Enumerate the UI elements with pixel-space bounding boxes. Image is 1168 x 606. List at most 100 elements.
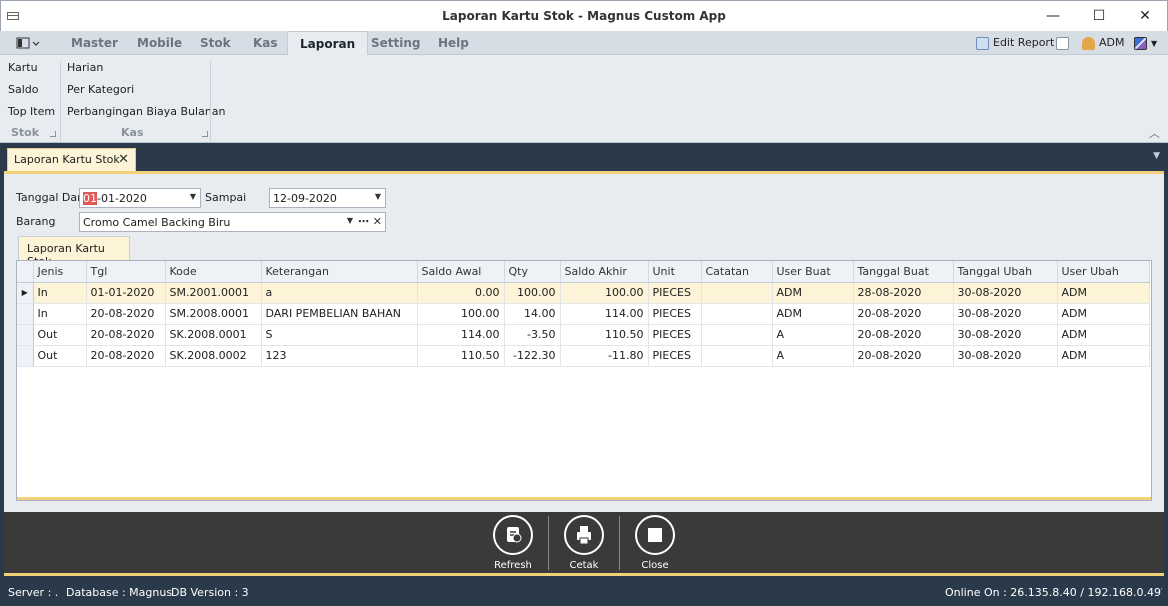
chevron-down-icon[interactable]: ▼ — [375, 192, 381, 201]
table-cell[interactable]: 30-08-2020 — [953, 324, 1058, 346]
table-cell[interactable]: 20-08-2020 — [86, 303, 166, 325]
column-header[interactable]: Catatan — [701, 261, 773, 283]
column-header[interactable]: User Ubah — [1057, 261, 1150, 283]
toggle-checkbox[interactable] — [1056, 35, 1073, 51]
inner-tab-laporan-kartu-stok[interactable]: Laporan Kartu Stok — [18, 236, 130, 268]
edit-report-button[interactable]: Edit Report — [976, 35, 1054, 51]
tab-stok[interactable]: Stok — [188, 31, 243, 55]
column-header[interactable]: Keterangan — [261, 261, 418, 283]
table-cell[interactable]: ADM — [1057, 282, 1150, 304]
column-header[interactable]: Qty — [504, 261, 561, 283]
ribbon-item-saldo[interactable]: Saldo — [8, 83, 39, 96]
table-cell[interactable]: 123 — [261, 345, 418, 367]
table-cell[interactable]: 20-08-2020 — [86, 345, 166, 367]
table-cell[interactable]: 30-08-2020 — [953, 303, 1058, 325]
table-cell[interactable]: A — [772, 324, 854, 346]
ribbon-item-per-kategori[interactable]: Per Kategori — [67, 83, 134, 96]
table-cell[interactable]: 20-08-2020 — [853, 345, 954, 367]
table-cell[interactable]: PIECES — [648, 345, 702, 367]
tab-list-chevron-icon[interactable]: ▼ — [1153, 151, 1160, 161]
table-cell[interactable]: 20-08-2020 — [86, 324, 166, 346]
table-cell[interactable]: 100.00 — [417, 303, 505, 325]
table-cell[interactable]: SM.2001.0001 — [165, 282, 262, 304]
tab-help[interactable]: Help — [426, 31, 481, 55]
table-cell[interactable]: PIECES — [648, 303, 702, 325]
table-cell[interactable]: SM.2008.0001 — [165, 303, 262, 325]
table-cell[interactable]: 30-08-2020 — [953, 345, 1058, 367]
table-cell[interactable]: 100.00 — [504, 282, 561, 304]
table-row[interactable]: ▶ In 01-01-2020 SM.2001.0001 a 0.00 100.… — [17, 282, 1150, 304]
sampai-date-picker[interactable]: 12-09-2020 ▼ — [269, 188, 386, 208]
collapse-ribbon-button[interactable]: ︿ — [1149, 125, 1160, 141]
table-cell[interactable]: 114.00 — [560, 303, 649, 325]
tab-master[interactable]: Master — [59, 31, 130, 55]
table-row[interactable]: In 20-08-2020 SM.2008.0001 DARI PEMBELIA… — [17, 303, 1150, 325]
table-cell[interactable]: -11.80 — [560, 345, 649, 367]
table-cell[interactable]: 110.50 — [417, 345, 505, 367]
table-cell[interactable]: Out — [33, 324, 87, 346]
table-cell[interactable]: 20-08-2020 — [853, 303, 954, 325]
column-header[interactable]: Tanggal Buat — [853, 261, 954, 283]
ribbon-item-perbandingan-biaya[interactable]: Perbangingan Biaya Bulanan — [67, 105, 226, 118]
close-window-button[interactable]: ✕ — [1133, 5, 1157, 27]
barang-lookup[interactable]: Cromo Camel Backing Biru ▼ ⋯ ✕ — [79, 212, 386, 232]
tanggal-dari-date-picker[interactable]: 01-01-2020 ▼ — [79, 188, 201, 208]
table-row[interactable]: Out 20-08-2020 SK.2008.0001 S 114.00 -3.… — [17, 324, 1150, 346]
table-cell[interactable]: 0.00 — [417, 282, 505, 304]
table-cell[interactable]: In — [33, 282, 87, 304]
column-header[interactable]: Saldo Awal — [417, 261, 505, 283]
table-cell[interactable] — [701, 324, 773, 346]
ellipsis-icon[interactable]: ⋯ — [358, 215, 369, 228]
table-cell[interactable]: A — [772, 345, 854, 367]
table-cell[interactable]: 100.00 — [560, 282, 649, 304]
kas-group-launcher[interactable] — [202, 131, 208, 137]
table-cell[interactable]: DARI PEMBELIAN BAHAN — [261, 303, 418, 325]
refresh-button[interactable]: Refresh — [485, 515, 541, 571]
resize-grip-icon[interactable]: ⋰ — [1154, 588, 1163, 598]
stok-group-launcher[interactable] — [50, 131, 56, 137]
table-cell[interactable]: 30-08-2020 — [953, 282, 1058, 304]
column-header[interactable]: Unit — [648, 261, 702, 283]
tab-mobile[interactable]: Mobile — [125, 31, 194, 55]
column-header[interactable]: Jenis — [33, 261, 87, 283]
table-cell[interactable]: ADM — [772, 282, 854, 304]
column-header[interactable]: User Buat — [772, 261, 854, 283]
tab-setting[interactable]: Setting — [359, 31, 433, 55]
table-cell[interactable]: -122.30 — [504, 345, 561, 367]
ribbon-item-harian[interactable]: Harian — [67, 61, 103, 74]
table-row[interactable]: Out 20-08-2020 SK.2008.0002 123 110.50 -… — [17, 345, 1150, 367]
ribbon-item-top-item[interactable]: Top Item — [8, 105, 55, 118]
tab-kas[interactable]: Kas — [241, 31, 290, 55]
table-cell[interactable] — [701, 303, 773, 325]
table-cell[interactable]: 14.00 — [504, 303, 561, 325]
table-cell[interactable]: 28-08-2020 — [853, 282, 954, 304]
table-cell[interactable]: 114.00 — [417, 324, 505, 346]
column-header[interactable]: Saldo Akhir — [560, 261, 649, 283]
cetak-button[interactable]: Cetak — [556, 515, 612, 571]
tab-laporan[interactable]: Laporan — [287, 31, 369, 55]
table-cell[interactable] — [701, 345, 773, 367]
table-cell[interactable]: 01-01-2020 — [86, 282, 166, 304]
doc-tab-laporan-kartu-stok[interactable]: Laporan Kartu Stok ✕ — [7, 148, 136, 171]
table-cell[interactable]: ADM — [1057, 345, 1150, 367]
chevron-down-icon[interactable]: ▼ — [347, 216, 353, 225]
table-cell[interactable]: ADM — [772, 303, 854, 325]
table-cell[interactable]: ADM — [1057, 303, 1150, 325]
table-cell[interactable]: -3.50 — [504, 324, 561, 346]
close-tab-icon[interactable]: ✕ — [118, 152, 129, 167]
skin-selector[interactable]: ▼ — [1134, 35, 1157, 51]
column-header[interactable]: Tanggal Ubah — [953, 261, 1058, 283]
user-menu[interactable]: ADM — [1082, 35, 1125, 51]
maximize-button[interactable]: ☐ — [1087, 5, 1111, 27]
close-button[interactable]: Close — [627, 515, 683, 571]
table-cell[interactable]: Out — [33, 345, 87, 367]
table-cell[interactable]: 20-08-2020 — [853, 324, 954, 346]
table-cell[interactable]: SK.2008.0002 — [165, 345, 262, 367]
table-cell[interactable]: PIECES — [648, 282, 702, 304]
table-cell[interactable]: PIECES — [648, 324, 702, 346]
clear-icon[interactable]: ✕ — [373, 215, 382, 228]
table-cell[interactable]: In — [33, 303, 87, 325]
application-menu-button[interactable] — [16, 36, 42, 51]
table-cell[interactable]: 110.50 — [560, 324, 649, 346]
table-cell[interactable] — [701, 282, 773, 304]
